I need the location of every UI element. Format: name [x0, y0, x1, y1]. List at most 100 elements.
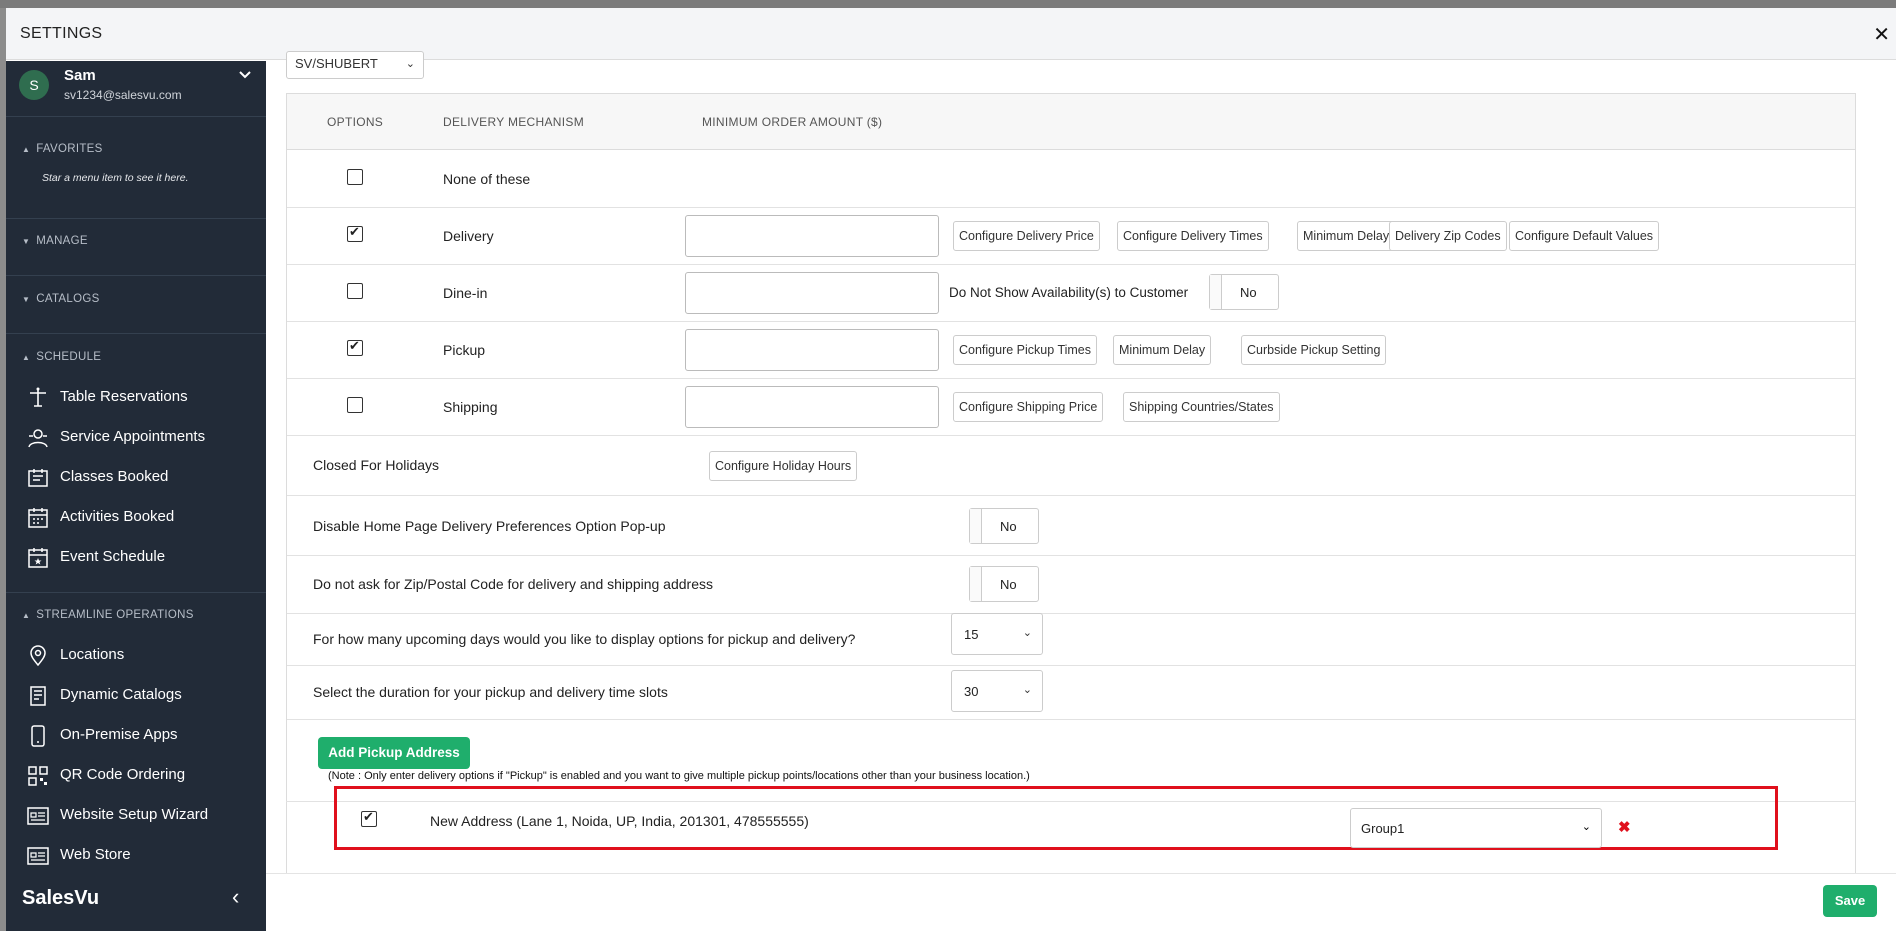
sidebar-item-table-reservations[interactable]: Table Reservations [6, 380, 266, 416]
backdrop-strip [0, 0, 1896, 8]
chevron-down-icon: ⌄ [1581, 821, 1591, 833]
minimum-delay-button[interactable]: Minimum Delay [1297, 221, 1396, 251]
popup-toggle[interactable]: No [969, 508, 1039, 544]
sidebar-item-web-store[interactable]: Web Store [6, 838, 266, 874]
chevron-down-icon[interactable] [238, 67, 252, 83]
sidebar: S Sam sv1234@salesvu.com ▲ FAVORITES Star… [6, 61, 266, 931]
table-row: None of these [287, 151, 1855, 208]
sidebar-item-label: Service Appointments [60, 428, 206, 445]
divider [6, 275, 266, 276]
sidebar-item-service-appointments[interactable]: Service Appointments [6, 420, 266, 456]
section-manage[interactable]: ▼ MANAGE [22, 235, 88, 247]
sidebar-item-event-schedule[interactable]: Event Schedule [6, 540, 266, 576]
header-mechanism: DELIVERY MECHANISM [443, 115, 584, 129]
chevron-down-icon: ⌄ [1022, 627, 1032, 639]
sidebar-item-label: Activities Booked [60, 508, 175, 525]
sidebar-item-label: Table Reservations [60, 388, 188, 405]
divider [6, 333, 266, 334]
sidebar-item-label: Web Store [60, 846, 131, 863]
duration-select[interactable]: 30 ⌄ [951, 670, 1043, 712]
user-profile[interactable]: S Sam sv1234@salesvu.com [6, 61, 266, 117]
sidebar-item-on-premise-apps[interactable]: On-Premise Apps [6, 718, 266, 754]
chevron-down-icon: ⌄ [1022, 684, 1032, 696]
delete-address-icon[interactable]: ✖ [1618, 818, 1631, 836]
chevron-down-icon: ⌄ [405, 58, 415, 70]
user-email: sv1234@salesvu.com [64, 88, 182, 102]
checkbox-none[interactable] [347, 169, 363, 185]
sidebar-item-dynamic-catalogs[interactable]: Dynamic Catalogs [6, 678, 266, 714]
duration-row: Select the duration for your pickup and … [287, 666, 1855, 720]
sidebar-item-website-setup-wizard[interactable]: Website Setup Wizard [6, 798, 266, 834]
save-button[interactable]: Save [1823, 885, 1877, 917]
sidebar-item-label: Locations [60, 646, 125, 663]
configure-default-values-button[interactable]: Configure Default Values [1509, 221, 1660, 251]
checkbox-pickup[interactable] [347, 338, 363, 356]
collapse-sidebar-icon[interactable]: ‹ [232, 884, 239, 910]
mechanism-label: Dine-in [443, 285, 488, 301]
availability-toggle[interactable]: No [1209, 274, 1279, 310]
section-schedule-label: SCHEDULE [36, 351, 102, 363]
modal-title: SETTINGS [20, 25, 103, 42]
holidays-row: Closed For Holidays Configure Holiday Ho… [287, 436, 1855, 496]
sidebar-item-qr-code-ordering[interactable]: QR Code Ordering [6, 758, 266, 794]
sidebar-item-locations[interactable]: Locations [6, 638, 266, 674]
configure-shipping-price-button[interactable]: Configure Shipping Price [953, 392, 1104, 422]
duration-label: Select the duration for your pickup and … [313, 684, 668, 700]
header-min-amount: MINIMUM ORDER AMOUNT ($) [702, 115, 883, 129]
dine-in-min-amount-input[interactable] [685, 272, 939, 314]
section-catalogs[interactable]: ▼ CATALOGS [22, 293, 100, 305]
avatar: S [19, 70, 49, 100]
pickup-min-amount-input[interactable] [685, 329, 939, 371]
zip-row: Do not ask for Zip/Postal Code for deliv… [287, 556, 1855, 614]
sidebar-item-label: Dynamic Catalogs [60, 686, 182, 703]
group-select[interactable]: Group1 ⌄ [1350, 808, 1602, 848]
checkbox-dine-in[interactable] [347, 283, 363, 299]
sidebar-item-classes-booked[interactable]: Classes Booked [6, 460, 266, 496]
days-select[interactable]: 15 ⌄ [951, 613, 1043, 655]
store-select[interactable]: SV/SHUBERT ⌄ [286, 51, 424, 79]
address-checkbox[interactable] [361, 809, 377, 827]
location-pin-icon [30, 645, 46, 667]
add-pickup-address-button[interactable]: Add Pickup Address [318, 737, 470, 769]
section-favorites[interactable]: ▲ FAVORITES [22, 143, 103, 155]
sidebar-item-label: Classes Booked [60, 468, 169, 485]
configure-pickup-times-button[interactable]: Configure Pickup Times [953, 335, 1098, 365]
minimum-delay-button[interactable]: Minimum Delay [1113, 335, 1212, 365]
brand-logo: SalesVu [22, 887, 100, 909]
delivery-options-panel: OPTIONS DELIVERY MECHANISM MINIMUM ORDER… [286, 93, 1856, 888]
curbside-pickup-setting-button[interactable]: Curbside Pickup Setting [1241, 335, 1387, 365]
address-text: New Address (Lane 1, Noida, UP, India, 2… [430, 813, 809, 829]
zip-toggle[interactable]: No [969, 566, 1039, 602]
holidays-label: Closed For Holidays [313, 457, 440, 473]
divider [6, 218, 266, 219]
duration-select-value: 30 [964, 684, 979, 699]
configure-delivery-times-button[interactable]: Configure Delivery Times [1117, 221, 1269, 251]
delivery-zip-codes-button[interactable]: Delivery Zip Codes [1389, 221, 1507, 251]
favorites-hint: Star a menu item to see it here. [42, 172, 189, 184]
close-icon[interactable]: ✕ [1873, 22, 1890, 47]
mechanism-label: Shipping [443, 399, 498, 415]
zip-label: Do not ask for Zip/Postal Code for deliv… [313, 576, 713, 592]
toggle-knob [970, 567, 982, 601]
section-streamline[interactable]: ▲ STREAMLINE OPERATIONS [22, 609, 194, 621]
shipping-min-amount-input[interactable] [685, 386, 939, 428]
sidebar-item-label: On-Premise Apps [60, 726, 178, 743]
shipping-countries-states-button[interactable]: Shipping Countries/States [1123, 392, 1280, 422]
event-icon [28, 548, 48, 568]
sidebar-item-activities-booked[interactable]: Activities Booked [6, 500, 266, 536]
catalog-icon [30, 686, 46, 706]
table-row: Shipping Configure Shipping Price Shippi… [287, 379, 1855, 436]
classes-icon [28, 469, 48, 487]
mechanism-label: None of these [443, 171, 531, 187]
mechanism-label: Pickup [443, 342, 486, 358]
configure-holiday-hours-button[interactable]: Configure Holiday Hours [709, 451, 858, 481]
delivery-min-amount-input[interactable] [685, 215, 939, 257]
activities-icon [28, 508, 48, 528]
configure-delivery-price-button[interactable]: Configure Delivery Price [953, 221, 1100, 251]
checkbox-shipping[interactable] [347, 397, 363, 413]
section-schedule[interactable]: ▲ SCHEDULE [22, 351, 101, 363]
checkbox-delivery[interactable] [347, 224, 363, 242]
table-icon [30, 387, 46, 407]
sidebar-item-label: Website Setup Wizard [60, 806, 209, 823]
toggle-knob [970, 509, 982, 543]
